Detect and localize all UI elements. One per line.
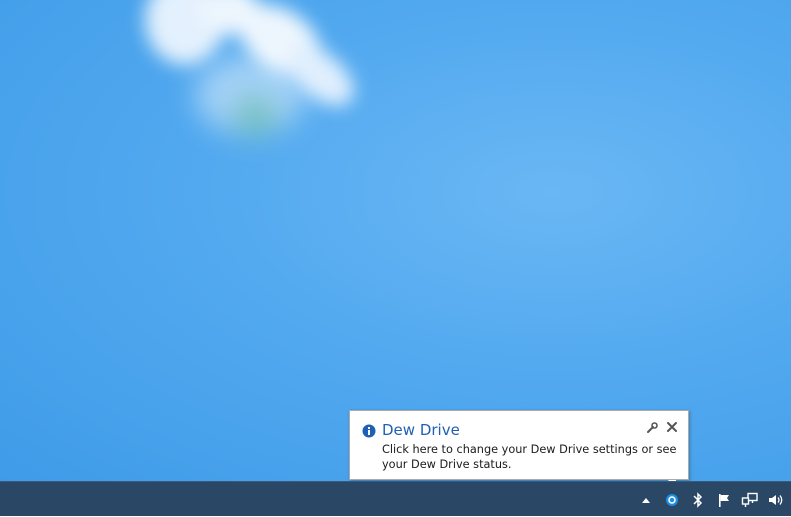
close-icon[interactable] <box>666 421 678 433</box>
network-icon[interactable] <box>741 491 759 509</box>
dew-drive-icon[interactable] <box>663 491 681 509</box>
bluetooth-icon[interactable] <box>689 491 707 509</box>
desktop-background <box>0 0 791 481</box>
wrench-icon[interactable] <box>646 422 658 434</box>
action-center-flag-icon[interactable] <box>715 491 733 509</box>
info-icon <box>362 424 376 438</box>
show-hidden-icons-arrow-icon[interactable] <box>637 491 655 509</box>
notification-balloon[interactable]: Dew Drive Click here to change your Dew … <box>349 410 689 489</box>
volume-icon[interactable] <box>767 491 785 509</box>
system-tray <box>637 482 785 517</box>
taskbar <box>0 481 791 516</box>
notification-message: Click here to change your Dew Drive sett… <box>382 443 677 471</box>
notification-title: Dew Drive <box>382 421 460 439</box>
flower-wallpaper-icon <box>145 0 354 137</box>
